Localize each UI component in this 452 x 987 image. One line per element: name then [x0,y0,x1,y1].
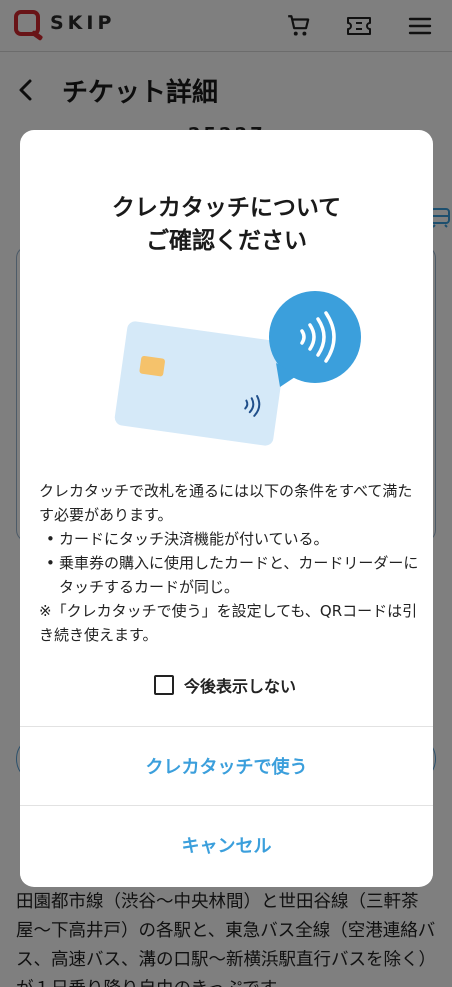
modal-note: ※「クレカタッチで使う」を設定しても、QRコードは引き続き使えます。 [39,602,418,644]
modal-title-line2: ご確認ください [146,228,307,254]
condition-item: カードにタッチ決済機能が付いている。 [39,527,419,551]
dont-show-again-option[interactable]: 今後表示しない [154,673,296,697]
conditions-list: カードにタッチ決済機能が付いている。 乗車券の購入に使用したカードと、カードリー… [39,527,419,599]
use-credit-touch-button[interactable]: クレカタッチで使う [20,727,433,805]
modal-intro: クレカタッチで改札を通るには以下の条件をすべて満たす必要があります。 [39,482,413,524]
modal-title-line1: クレカタッチについて [111,195,342,221]
contactless-card-illustration [108,285,368,455]
dont-show-again-checkbox[interactable] [154,675,174,695]
modal-body: クレカタッチで改札を通るには以下の条件をすべて満たす必要があります。 カードにタ… [39,479,419,647]
condition-item: 乗車券の購入に使用したカードと、カードリーダーにタッチするカードが同じ。 [39,551,419,599]
modal-title: クレカタッチについて ご確認ください [20,192,433,258]
cancel-button[interactable]: キャンセル [20,806,433,884]
credit-touch-modal: クレカタッチについて ご確認ください クレカタッチで改札を通るには以下の条件をす… [20,130,433,887]
dont-show-again-label: 今後表示しない [184,677,297,696]
